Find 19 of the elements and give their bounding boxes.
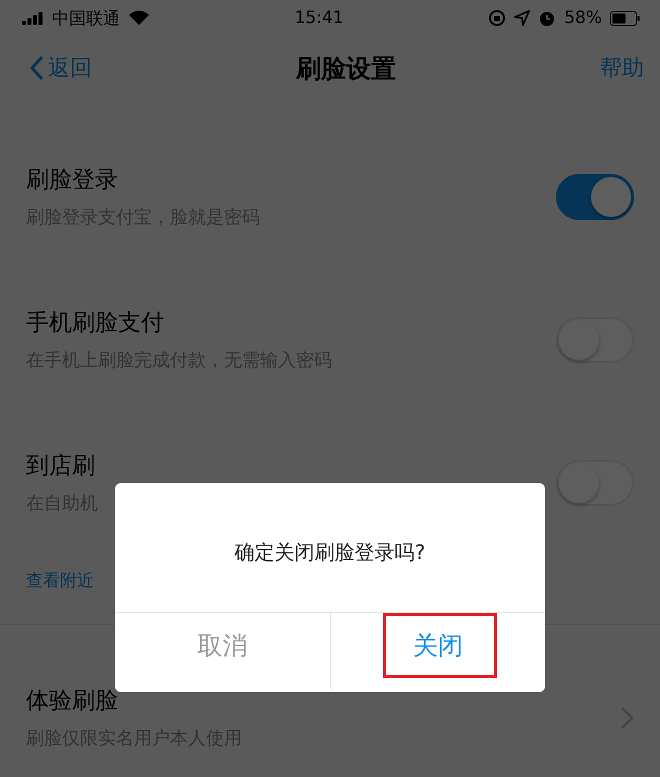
back-button[interactable]: 返回: [30, 53, 92, 83]
rotation-lock-icon: [488, 9, 506, 27]
signal-icon: [22, 11, 44, 25]
clock-time: 15:41: [294, 8, 344, 28]
back-chevron-icon: [30, 55, 44, 81]
battery-icon: [610, 10, 640, 26]
battery-percent: 58%: [564, 8, 602, 28]
carrier-name: 中国联通: [52, 8, 120, 30]
setting-title: 手机刷脸支付: [26, 309, 165, 338]
wifi-icon: [128, 10, 150, 26]
setting-title: 到店刷: [26, 452, 96, 481]
setting-title: 刷脸登录: [26, 166, 119, 195]
dialog-message: 确定关闭刷脸登录吗?: [234, 539, 426, 566]
location-icon: [514, 10, 530, 26]
help-link[interactable]: 帮助: [600, 53, 644, 83]
alarm-icon: [538, 9, 556, 27]
close-button[interactable]: 关闭: [330, 613, 545, 692]
toggle-switch[interactable]: [556, 174, 634, 220]
page-title: 刷脸设置: [296, 52, 396, 84]
